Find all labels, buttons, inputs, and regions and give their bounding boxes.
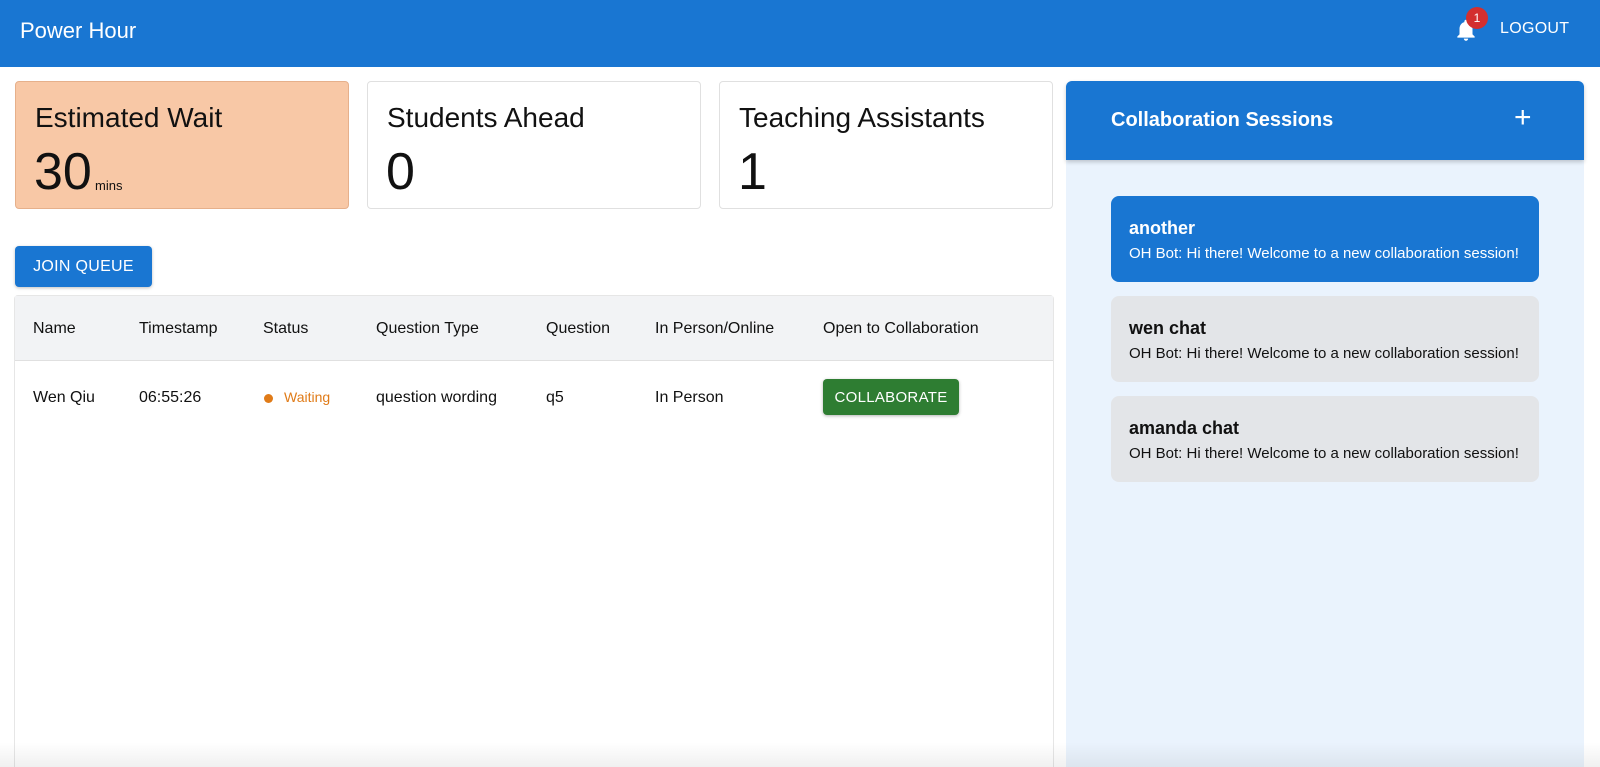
session-last-message: OH Bot: Hi there! Welcome to a new colla…	[1129, 245, 1519, 262]
cell-name: Wen Qiu	[33, 389, 95, 406]
students-ahead-card: Students Ahead 0	[367, 81, 701, 209]
estimated-wait-label: Estimated Wait	[35, 102, 223, 133]
cell-timestamp: 06:55:26	[139, 389, 202, 406]
column-header-mode: In Person/Online	[655, 320, 775, 337]
session-name: wen chat	[1129, 318, 1207, 338]
students-ahead-label: Students Ahead	[387, 102, 585, 133]
session-last-message: OH Bot: Hi there! Welcome to a new colla…	[1129, 345, 1519, 362]
estimated-wait-unit: mins	[95, 178, 123, 193]
collaborate-button[interactable]: COLLABORATE	[823, 379, 959, 415]
session-last-message: OH Bot: Hi there! Welcome to a new colla…	[1129, 445, 1519, 462]
queue-table: Name Timestamp Status Question Type Ques…	[14, 295, 1054, 767]
column-header-status: Status	[263, 320, 309, 337]
teaching-assistants-label: Teaching Assistants	[739, 102, 985, 133]
estimated-wait-value: 30	[34, 143, 92, 201]
session-name: amanda chat	[1129, 418, 1240, 438]
cell-question: q5	[546, 389, 564, 406]
cell-status: Waiting	[284, 389, 331, 405]
cell-mode: In Person	[655, 389, 724, 406]
session-item-another[interactable]: another OH Bot: Hi there! Welcome to a n…	[1111, 196, 1539, 282]
status-dot-icon	[264, 394, 273, 403]
column-header-collaboration: Open to Collaboration	[823, 320, 979, 337]
notification-count-badge: 1	[1466, 7, 1488, 29]
session-item-wen-chat[interactable]: wen chat OH Bot: Hi there! Welcome to a …	[1111, 296, 1539, 382]
collaboration-panel: Collaboration Sessions + another OH Bot:…	[1066, 81, 1584, 767]
cell-question-type: question wording	[376, 389, 497, 406]
column-header-question-type: Question Type	[376, 320, 479, 337]
column-header-name: Name	[33, 320, 76, 337]
column-header-timestamp: Timestamp	[139, 320, 218, 337]
column-header-question: Question	[546, 320, 611, 337]
logout-button[interactable]: LOGOUT	[1500, 20, 1569, 38]
app-title: Power Hour	[20, 18, 137, 43]
app-bar: Power Hour 1 LOGOUT	[0, 0, 1600, 67]
students-ahead-value: 0	[386, 143, 415, 201]
collaboration-panel-title: Collaboration Sessions	[1111, 109, 1334, 131]
session-item-amanda-chat[interactable]: amanda chat OH Bot: Hi there! Welcome to…	[1111, 396, 1539, 482]
estimated-wait-card: Estimated Wait 30 mins	[15, 81, 349, 209]
join-queue-button[interactable]: JOIN QUEUE	[15, 246, 152, 287]
collaboration-panel-header: Collaboration Sessions +	[1066, 81, 1584, 160]
teaching-assistants-card: Teaching Assistants 1	[719, 81, 1053, 209]
teaching-assistants-value: 1	[738, 143, 767, 201]
table-header-row: Name Timestamp Status Question Type Ques…	[15, 296, 1053, 361]
plus-icon[interactable]: +	[1514, 103, 1532, 133]
session-name: another	[1129, 218, 1196, 238]
